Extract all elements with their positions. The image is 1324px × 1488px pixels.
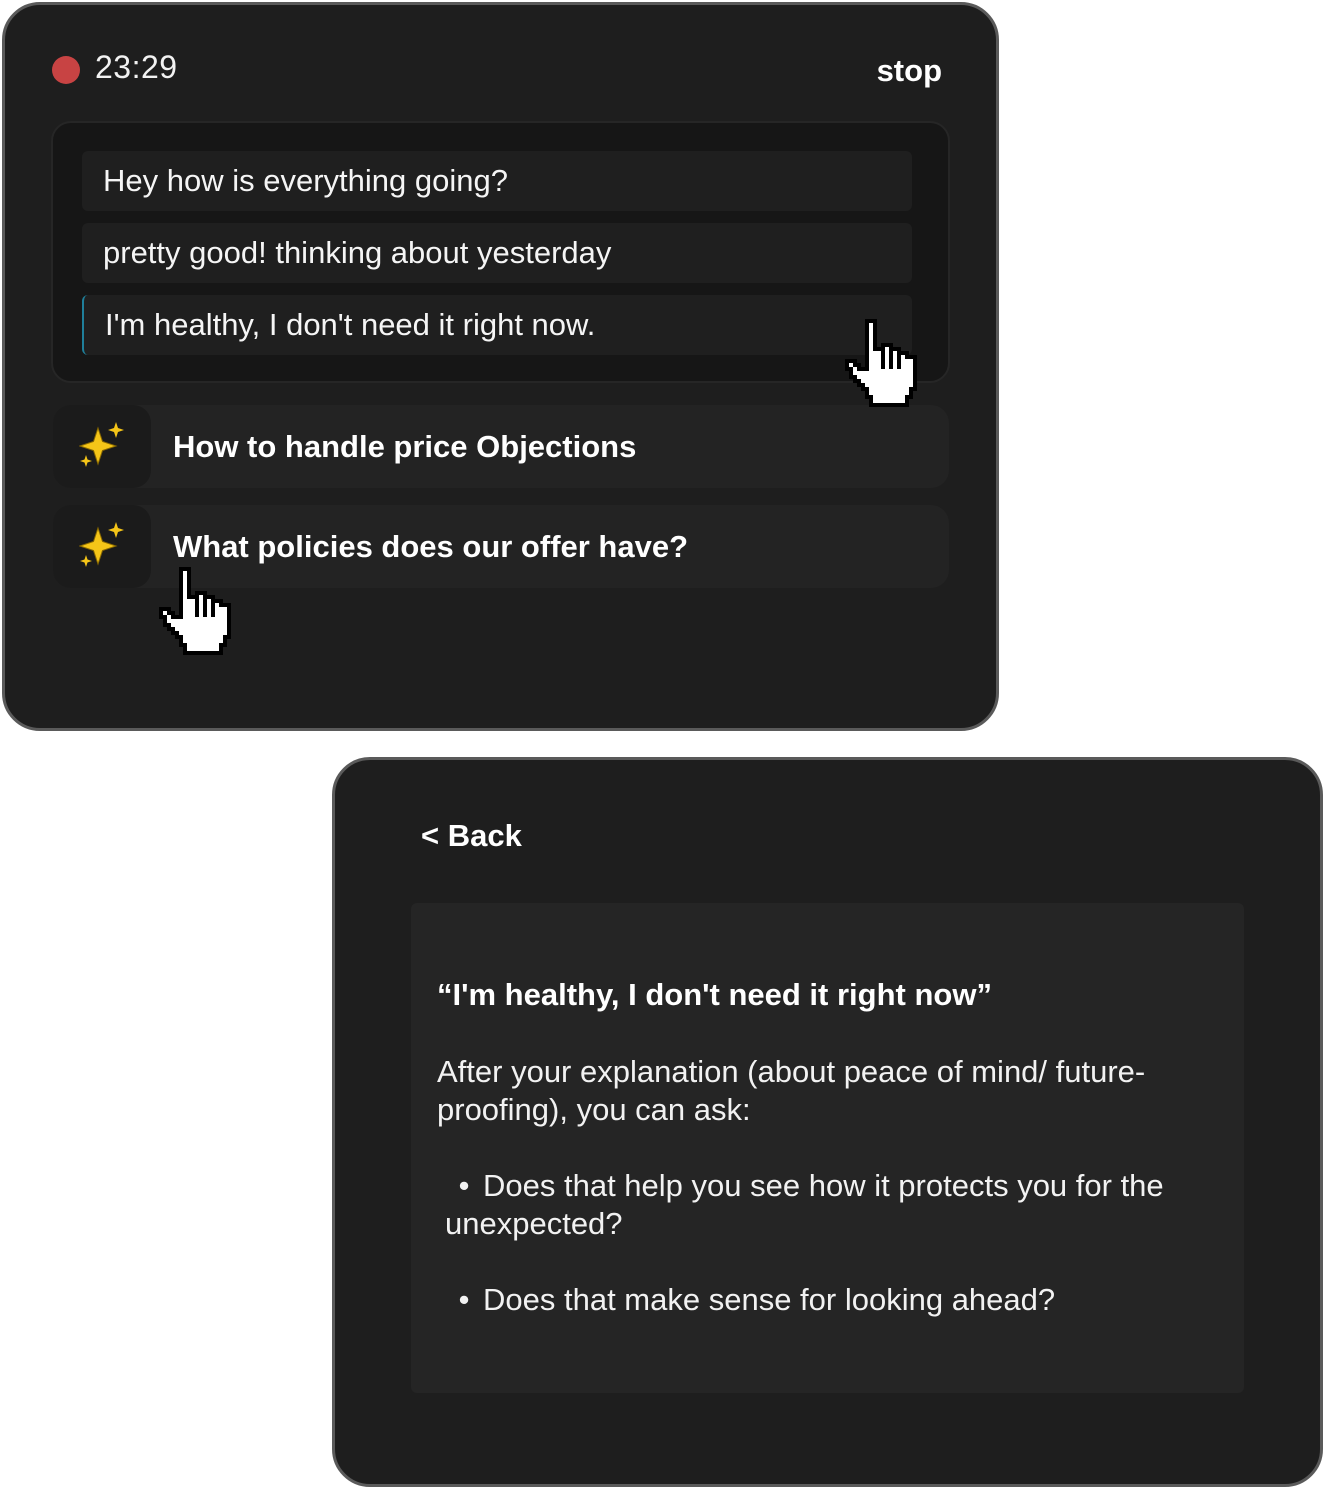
suggested-questions-list: Does that help you see how it protects y… [445,1167,1215,1357]
recording-indicator-icon [52,56,80,84]
hand-pointer-icon [845,319,917,407]
suggestion-label: How to handle price Objections [173,429,637,464]
sparkles-icon [53,505,151,588]
transcript-box: Hey how is everything going? pretty good… [51,121,950,383]
sparkles-icon [53,405,151,488]
hand-pointer-icon [159,567,231,655]
live-call-panel: 23:29 stop Hey how is everything going? … [2,2,999,731]
list-item: Does that make sense for looking ahead? [445,1281,1215,1319]
call-timer: 23:29 [95,49,178,85]
back-button[interactable]: < Back [421,818,522,854]
suggestion-price-objections[interactable]: How to handle price Objections [53,405,949,488]
stop-button[interactable]: stop [877,53,942,89]
answer-explanation: After your explanation (about peace of m… [437,1054,1146,1127]
transcript-line[interactable]: pretty good! thinking about yesterday [82,223,912,283]
transcript-line[interactable]: Hey how is everything going? [82,151,912,211]
list-item: Does that help you see how it protects y… [445,1167,1215,1243]
suggestion-label: What policies does our offer have? [173,529,689,564]
objection-quote: “I'm healthy, I don't need it right now” [437,977,992,1012]
answer-card: “I'm healthy, I don't need it right now”… [411,903,1244,1393]
objection-detail-panel: < Back “I'm healthy, I don't need it rig… [332,757,1323,1487]
transcript-line-selected[interactable]: I'm healthy, I don't need it right now. [82,295,912,355]
